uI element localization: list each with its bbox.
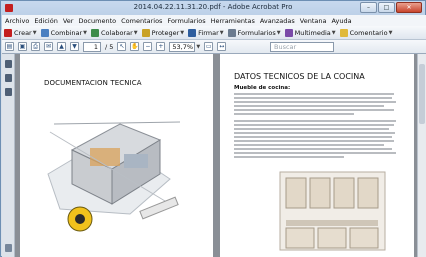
chevron-down-icon: ▼ (83, 29, 88, 36)
page-total: / 5 (105, 42, 114, 51)
email-icon[interactable]: ✉ (44, 42, 53, 51)
comentario-label: Comentario (349, 28, 388, 37)
combinar-button[interactable]: Combinar ▼ (40, 28, 88, 37)
acrobat-window: 2014.04.22.11.31.20.pdf - Adobe Acrobat … (0, 0, 426, 257)
scroll-thumb[interactable] (419, 64, 425, 124)
crear-button[interactable]: Crear ▼ (4, 28, 37, 37)
combine-icon (40, 28, 49, 37)
multimedia-button[interactable]: Multimedia ▼ (284, 28, 336, 37)
menu-comentarios[interactable]: Comentarios (121, 17, 162, 25)
formularios-button[interactable]: Formularios ▼ (227, 28, 281, 37)
chevron-down-icon: ▼ (180, 29, 185, 36)
menu-herramientas[interactable]: Herramientas (211, 17, 255, 25)
minimize-button[interactable]: – (360, 2, 377, 13)
chevron-down-icon[interactable]: ▼ (196, 44, 200, 50)
page-number-input[interactable]: 1 (83, 41, 101, 52)
menu-ver[interactable]: Ver (63, 17, 74, 25)
menu-ventana[interactable]: Ventana (300, 17, 327, 25)
zoom-level-input[interactable]: 53,7% (169, 41, 196, 52)
menu-edicion[interactable]: Edición (34, 17, 58, 25)
pdf-page-2: DATOS TECNICOS DE LA COCINA Mueble de co… (220, 54, 414, 257)
maximize-button[interactable]: □ (378, 2, 395, 13)
formularios-label: Formularios (237, 28, 276, 37)
media-icon (284, 28, 293, 37)
vertical-scrollbar[interactable] (417, 54, 426, 257)
menu-archivo[interactable]: Archivo (5, 17, 29, 25)
comentario-button[interactable]: Comentario ▼ (339, 28, 393, 37)
navigation-panel (2, 54, 15, 257)
firmar-label: Firmar (198, 28, 219, 37)
kitchen-cabinet-render (279, 171, 386, 251)
save-icon[interactable]: ▣ (18, 42, 27, 51)
pdf-page-1: DOCUMENTACION TECNICA (20, 54, 213, 257)
lock-icon (141, 28, 150, 37)
tasks-toolbar: Crear ▼ Combinar ▼ Colaborar ▼ Proteger ▼ Fi… (2, 26, 426, 40)
navigation-toolbar: ▤ ▣ ⎙ ✉ ▲ ▼ 1 / 5 ↖ ✋ − + 53,7% ▼ ▭ ↔ Bus… (2, 40, 426, 54)
zoom-in-icon[interactable]: + (156, 42, 166, 51)
chevron-down-icon: ▼ (388, 29, 393, 36)
search-input[interactable]: Buscar (270, 42, 334, 52)
firmar-button[interactable]: Firmar ▼ (188, 28, 224, 37)
fit-width-icon[interactable]: ↔ (217, 42, 227, 51)
close-button[interactable]: ✕ (396, 2, 422, 13)
menu-formularios[interactable]: Formularios (167, 17, 205, 25)
attachments-icon[interactable] (5, 244, 12, 252)
next-page-icon[interactable]: ▼ (70, 42, 79, 51)
multimedia-label: Multimedia (294, 28, 331, 37)
create-pdf-icon (4, 28, 12, 37)
document-view[interactable]: DOCUMENTACION TECNICA DATOS TECNICOS DE … (15, 54, 417, 257)
menu-documento[interactable]: Documento (78, 17, 116, 25)
comment-icon (339, 28, 348, 37)
print-icon[interactable]: ⎙ (31, 42, 40, 51)
menu-ayuda[interactable]: Ayuda (331, 17, 351, 25)
window-controls: – □ ✕ (360, 2, 422, 13)
colaborar-button[interactable]: Colaborar ▼ (91, 28, 138, 37)
menu-bar: Archivo Edición Ver Documento Comentario… (2, 15, 426, 26)
select-tool-icon[interactable]: ↖ (117, 42, 127, 51)
proteger-label: Proteger (151, 28, 180, 37)
crear-label: Crear (14, 28, 32, 37)
combinar-label: Combinar (50, 28, 83, 37)
collaborate-icon (91, 28, 100, 37)
chevron-down-icon: ▼ (32, 29, 37, 36)
form-icon (227, 28, 236, 37)
chevron-down-icon: ▼ (133, 29, 138, 36)
fit-page-icon[interactable]: ▭ (204, 42, 214, 51)
hand-tool-icon[interactable]: ✋ (130, 42, 140, 51)
chevron-down-icon: ▼ (331, 29, 336, 36)
colaborar-label: Colaborar (101, 28, 133, 37)
pen-icon (188, 28, 197, 37)
chevron-down-icon: ▼ (219, 29, 224, 36)
open-file-icon[interactable]: ▤ (5, 42, 14, 51)
bookmarks-icon[interactable] (5, 74, 12, 82)
kitchen-render-image (47, 121, 181, 232)
zoom-out-icon[interactable]: − (143, 42, 153, 51)
proteger-button[interactable]: Proteger ▼ (141, 28, 185, 37)
signatures-icon[interactable] (5, 88, 12, 96)
previous-page-icon[interactable]: ▲ (57, 42, 66, 51)
chevron-down-icon: ▼ (276, 29, 281, 36)
title-bar: 2014.04.22.11.31.20.pdf - Adobe Acrobat … (1, 1, 425, 15)
pages-icon[interactable] (5, 60, 12, 68)
menu-avanzadas[interactable]: Avanzadas (260, 17, 295, 25)
